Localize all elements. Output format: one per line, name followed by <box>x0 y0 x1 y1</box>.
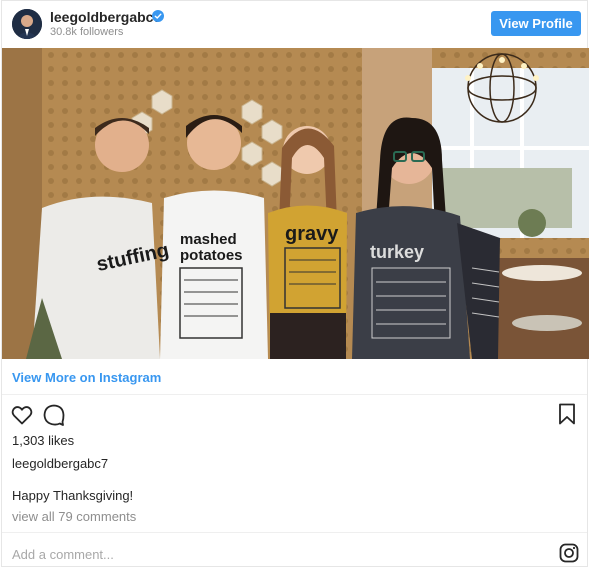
follower-count: 30.8k followers <box>50 26 124 38</box>
avatar[interactable] <box>12 9 42 39</box>
divider <box>2 394 587 395</box>
shirt-text-gravy: gravy <box>285 223 339 245</box>
view-more-link[interactable]: View More on Instagram <box>12 370 161 385</box>
comment-icon[interactable] <box>42 403 66 427</box>
post-header: leegoldbergabc7 30.8k followers View Pro… <box>2 1 587 47</box>
shirt-text-mashed: mashed <box>180 231 237 248</box>
shirt-text-turkey: turkey <box>370 242 424 262</box>
username[interactable]: leegoldbergabc7 <box>50 9 161 25</box>
post-photo[interactable]: stuffing mashed potatoes gravy turkey <box>2 48 589 359</box>
instagram-embed-card: leegoldbergabc7 30.8k followers View Pro… <box>1 0 589 567</box>
divider <box>2 532 587 533</box>
shirt-text-potatoes: potatoes <box>180 247 243 264</box>
view-comments-link[interactable]: view all 79 comments <box>12 509 136 524</box>
like-count[interactable]: 1,303 likes <box>12 433 74 448</box>
add-comment-input[interactable]: Add a comment... <box>12 547 114 562</box>
caption-text: Happy Thanksgiving! <box>12 488 134 503</box>
view-profile-button[interactable]: View Profile <box>491 11 581 36</box>
heart-icon[interactable] <box>10 403 34 427</box>
verified-badge-icon <box>152 10 164 22</box>
caption-author[interactable]: leegoldbergabc7 <box>12 456 108 471</box>
bookmark-icon[interactable] <box>555 402 579 426</box>
instagram-icon[interactable] <box>559 543 579 563</box>
